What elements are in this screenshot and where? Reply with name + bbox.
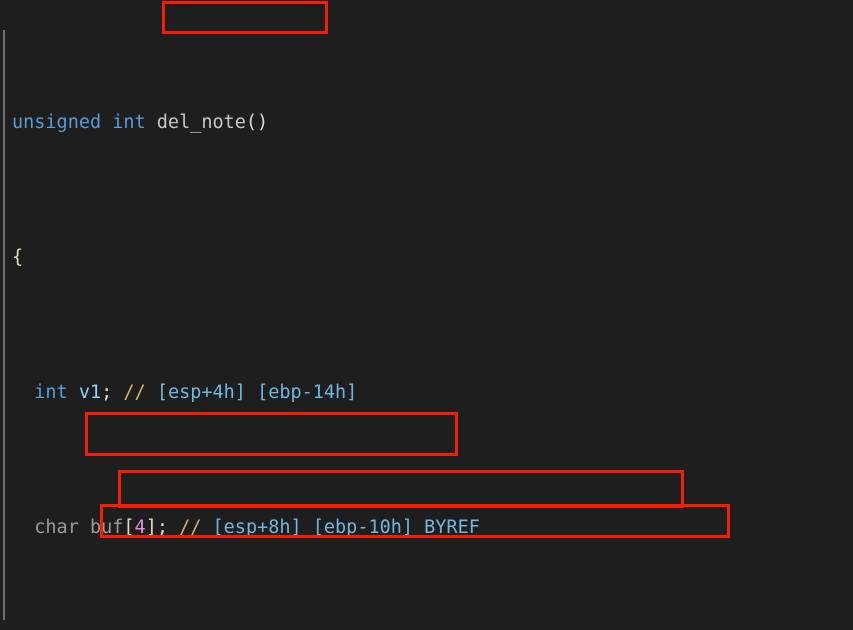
pseudocode-viewer: unsigned int del_note() { int v1; // [es…: [0, 0, 853, 630]
token-function-name: del_note: [156, 112, 246, 133]
code-line[interactable]: {: [0, 244, 853, 271]
token-comment-marker: //: [123, 382, 146, 403]
token-punct: (): [245, 112, 269, 133]
token-local-var: buf: [89, 517, 124, 538]
code-line[interactable]: char buf[4]; // [esp+8h] [ebp-10h] BYREF: [0, 514, 853, 541]
token-number: 4: [134, 517, 146, 538]
token-comment: [esp+4h] [ebp-14h]: [156, 382, 358, 403]
token-punct: [: [123, 517, 135, 538]
code-line[interactable]: int v1; // [esp+4h] [ebp-14h]: [0, 379, 853, 406]
token-punct: ];: [145, 517, 168, 538]
token-type: char: [34, 517, 79, 538]
token-type: int: [34, 382, 68, 403]
code-block[interactable]: unsigned int del_note() { int v1; // [es…: [0, 0, 853, 630]
token-punct: {: [12, 247, 24, 268]
token-punct: ;: [101, 382, 113, 403]
code-line[interactable]: unsigned int del_note(): [0, 109, 853, 136]
token-type: unsigned int: [12, 112, 157, 133]
token-comment: [esp+8h] [ebp-10h] BYREF: [212, 517, 480, 538]
token-comment-marker: //: [179, 517, 202, 538]
token-local-var: v1: [78, 382, 102, 403]
